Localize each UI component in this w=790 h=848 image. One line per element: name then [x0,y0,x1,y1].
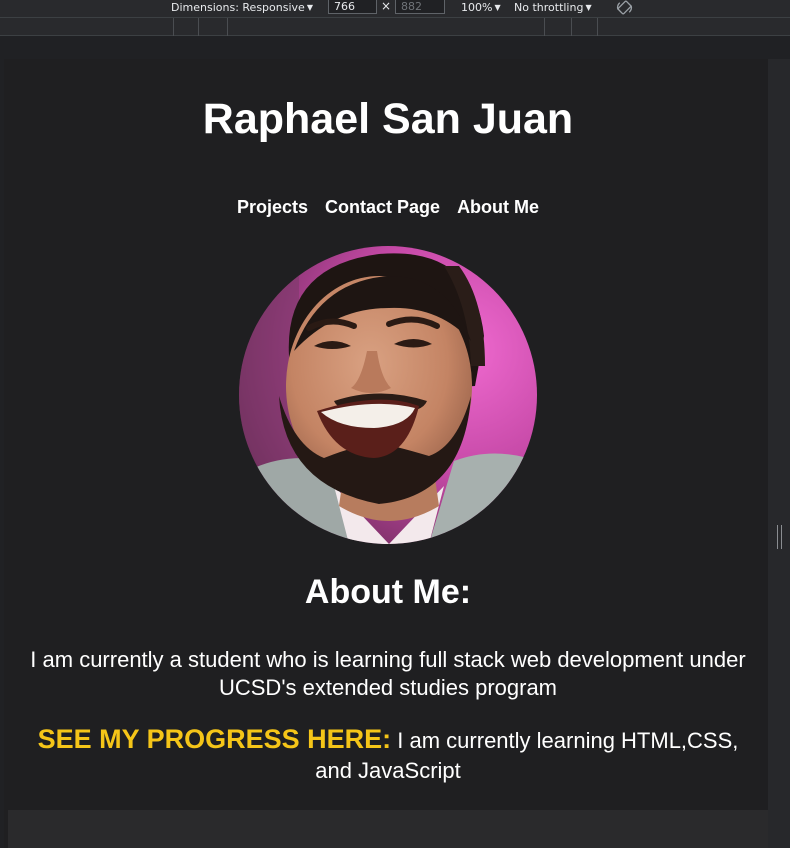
zoom-label: 100% [461,1,493,14]
progress-paragraph: SEE MY PROGRESS HERE: I am currently lea… [20,724,756,786]
width-input[interactable]: 766 [328,0,377,14]
caret-down-icon: ▼ [585,3,592,12]
width-value: 766 [334,0,355,13]
about-heading: About Me: [304,573,472,611]
height-placeholder: 882 [401,0,422,13]
progress-link[interactable]: SEE MY PROGRESS HERE: [38,724,392,754]
ruler-tick [227,18,228,36]
zoom-dropdown[interactable]: 100% ▼ [461,1,501,14]
dimensions-dropdown[interactable]: Dimensions: Responsive ▼ [171,1,313,14]
page-footer-strip [8,810,768,848]
site-title: Raphael San Juan [202,95,574,143]
profile-photo [239,246,537,544]
throttling-dropdown[interactable]: No throttling ▼ [514,1,592,14]
rotate-icon[interactable] [615,0,634,17]
ruler-tick [544,18,545,36]
caret-down-icon: ▼ [306,3,313,12]
site-nav: Projects Contact Page About Me [0,197,776,218]
dimensions-label: Dimensions: Responsive [171,1,305,14]
caret-down-icon: ▼ [494,3,501,12]
viewport-right-gutter [768,59,790,848]
throttling-label: No throttling [514,1,584,14]
height-input[interactable]: 882 [395,0,445,14]
resize-handle[interactable] [777,525,782,549]
media-query-ruler [0,17,790,36]
ruler-tick [173,18,174,36]
times-symbol: × [381,0,392,13]
nav-link-about[interactable]: About Me [457,197,539,217]
profile-photo-illustration [239,246,537,544]
ruler-tick [597,18,598,36]
devtools-device-toolbar: Dimensions: Responsive ▼ 766 × 882 100% ▼ … [0,0,790,17]
nav-link-projects[interactable]: Projects [237,197,308,217]
ruler-tick [198,18,199,36]
ruler-tick [571,18,572,36]
nav-link-contact[interactable]: Contact Page [325,197,440,217]
about-text: I am currently a student who is learning… [30,647,746,700]
